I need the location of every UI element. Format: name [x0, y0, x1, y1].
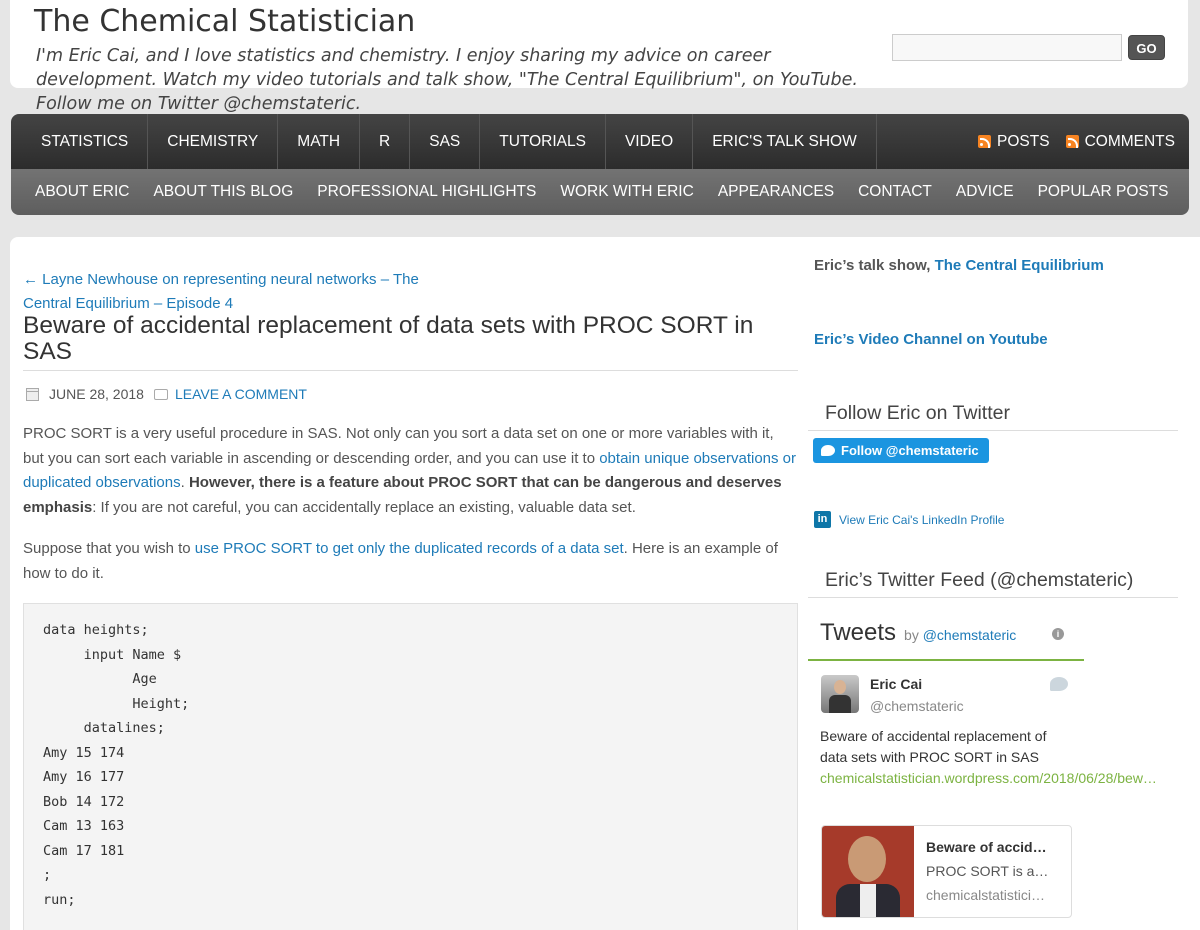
code-line: data heights; [43, 622, 149, 638]
code-line: Amy 16 177 [43, 769, 125, 785]
tweets-by-prefix: by [904, 627, 923, 643]
p2-text-a: Suppose that you wish to [23, 540, 195, 557]
code-line: Height; [43, 695, 190, 712]
feed-links: POSTS COMMENTS [978, 114, 1175, 169]
secondary-nav: ABOUT ERIC ABOUT THIS BLOG PROFESSIONAL … [11, 169, 1189, 215]
talk-show-link[interactable]: The Central Equilibrium [935, 257, 1104, 274]
talk-show-prefix: Eric’s talk show, [814, 257, 935, 274]
linkedin-profile-link[interactable]: in View Eric Cai's LinkedIn Profile [814, 511, 1004, 528]
timeline-divider [808, 659, 1084, 661]
comment-icon [153, 388, 168, 400]
code-line: Cam 13 163 [43, 818, 125, 834]
card-thumbnail [822, 826, 914, 917]
posts-feed-link[interactable]: POSTS [978, 133, 1050, 151]
calendar-icon [26, 387, 39, 401]
site-tagline: I'm Eric Cai, and I love statistics and … [36, 46, 858, 114]
card-url: chemicalstatistici… [926, 887, 1046, 903]
tweets-by: by @chemstateric [904, 627, 1016, 643]
previous-post-link[interactable]: ← Layne Newhouse on representing neural … [23, 268, 443, 316]
tweet-text: Beware of accidental replacement of data… [820, 726, 1157, 789]
nav-item-sas[interactable]: SAS [410, 114, 481, 169]
content-area: ← Layne Newhouse on representing neural … [10, 237, 1200, 930]
code-line: datalines; [43, 720, 165, 736]
tweet-link[interactable]: chemicalstatistician.wordpress.com/2018/… [820, 770, 1157, 786]
twitter-feed-heading: Eric’s Twitter Feed (@chemstateric) [825, 569, 1134, 591]
nav-item-professional-highlights[interactable]: PROFESSIONAL HIGHLIGHTS [305, 183, 548, 201]
nav-item-advice[interactable]: ADVICE [944, 183, 1026, 201]
nav-item-about-eric[interactable]: ABOUT ERIC [23, 183, 141, 201]
post-paragraph-1: PROC SORT is a very useful procedure in … [23, 422, 798, 520]
linkedin-icon: in [814, 511, 831, 528]
site-title[interactable]: The Chemical Statistician [34, 4, 415, 39]
tweet-link-card[interactable]: Beware of accid… PROC SORT is a… chemica… [821, 825, 1072, 918]
p1-text-c: : If you are not careful, you can accide… [92, 498, 636, 516]
video-channel-link[interactable]: Eric’s Video Channel on Youtube [814, 331, 1048, 348]
code-line: Age [43, 671, 157, 687]
post-title: Beware of accidental replacement of data… [23, 312, 754, 365]
search-button[interactable]: GO [1128, 35, 1165, 60]
code-line: Amy 15 174 [43, 744, 125, 761]
nav-item-popular-posts[interactable]: POPULAR POSTS [1026, 183, 1181, 201]
code-line: ; [43, 867, 52, 883]
rss-icon [1065, 135, 1079, 148]
twitter-logo-icon[interactable] [1050, 677, 1068, 691]
nav-item-video[interactable]: VIDEO [606, 114, 694, 169]
leave-comment-link[interactable]: LEAVE A COMMENT [175, 386, 307, 402]
primary-nav: STATISTICS CHEMISTRY MATH R SAS TUTORIAL… [11, 114, 1189, 169]
nav-item-math[interactable]: MATH [278, 114, 361, 169]
nav-item-work-with-eric[interactable]: WORK WITH ERIC [548, 183, 705, 201]
search-input[interactable] [892, 34, 1122, 61]
comments-feed-label: COMMENTS [1084, 132, 1175, 150]
code-line: Bob 14 172 [43, 793, 125, 810]
info-icon[interactable]: i [1052, 628, 1064, 640]
code-line: run; [43, 891, 76, 908]
card-title: Beware of accid… [926, 839, 1047, 855]
tweets-title: Tweets [820, 619, 897, 646]
twitter-follow-button[interactable]: Follow @chemstateric [813, 438, 989, 463]
code-line: Cam 17 181 [43, 842, 125, 859]
avatar[interactable] [821, 675, 859, 713]
code-line: input Name $ [43, 646, 182, 663]
tweet-author-name[interactable]: Eric Cai [870, 676, 922, 692]
follow-twitter-heading: Follow Eric on Twitter [825, 402, 1010, 424]
post-meta: JUNE 28, 2018 LEAVE A COMMENT [26, 386, 307, 402]
talk-show-widget: Eric’s talk show, The Central Equilibriu… [814, 257, 1104, 274]
main-navigation: STATISTICS CHEMISTRY MATH R SAS TUTORIAL… [11, 114, 1189, 215]
twitter-timeline: Tweets by @chemstateric i Eric Cai @chem… [808, 614, 1157, 930]
card-description: PROC SORT is a… [926, 863, 1049, 879]
tweets-by-handle[interactable]: @chemstateric [923, 627, 1017, 643]
widget-divider [808, 430, 1178, 431]
twitter-bird-icon [821, 445, 835, 456]
video-channel-widget: Eric’s Video Channel on Youtube [814, 331, 1048, 348]
title-divider [23, 370, 798, 371]
linkedin-label: View Eric Cai's LinkedIn Profile [839, 512, 1005, 527]
nav-item-statistics[interactable]: STATISTICS [11, 114, 149, 169]
nav-item-appearances[interactable]: APPEARANCES [706, 183, 846, 201]
post-date: JUNE 28, 2018 [49, 386, 144, 402]
post-paragraph-2: Suppose that you wish to use PROC SORT t… [23, 537, 798, 586]
nav-item-contact[interactable]: CONTACT [846, 183, 944, 201]
nav-item-r[interactable]: R [360, 114, 411, 169]
code-block: data heights; input Name $ Age Height; d… [23, 603, 798, 930]
rss-icon [978, 135, 992, 148]
tweet-author-handle[interactable]: @chemstateric [870, 698, 964, 714]
comments-feed-link[interactable]: COMMENTS [1065, 132, 1175, 151]
p1-text-b: . [180, 474, 189, 491]
nav-item-talk-show[interactable]: ERIC'S TALK SHOW [693, 114, 877, 169]
timeline-header: Tweets by @chemstateric [820, 619, 1016, 647]
follow-button-label: Follow @chemstateric [841, 443, 979, 458]
nav-item-tutorials[interactable]: TUTORIALS [480, 114, 606, 169]
site-header: The Chemical Statistician I'm Eric Cai, … [10, 0, 1188, 114]
duplicated-records-link[interactable]: use PROC SORT to get only the duplicated… [195, 540, 624, 557]
nav-item-about-blog[interactable]: ABOUT THIS BLOG [141, 183, 305, 201]
widget-divider [808, 597, 1178, 598]
nav-item-chemistry[interactable]: CHEMISTRY [148, 114, 279, 169]
posts-feed-label: POSTS [997, 132, 1050, 150]
tweet-body: Beware of accidental replacement of data… [820, 728, 1047, 765]
